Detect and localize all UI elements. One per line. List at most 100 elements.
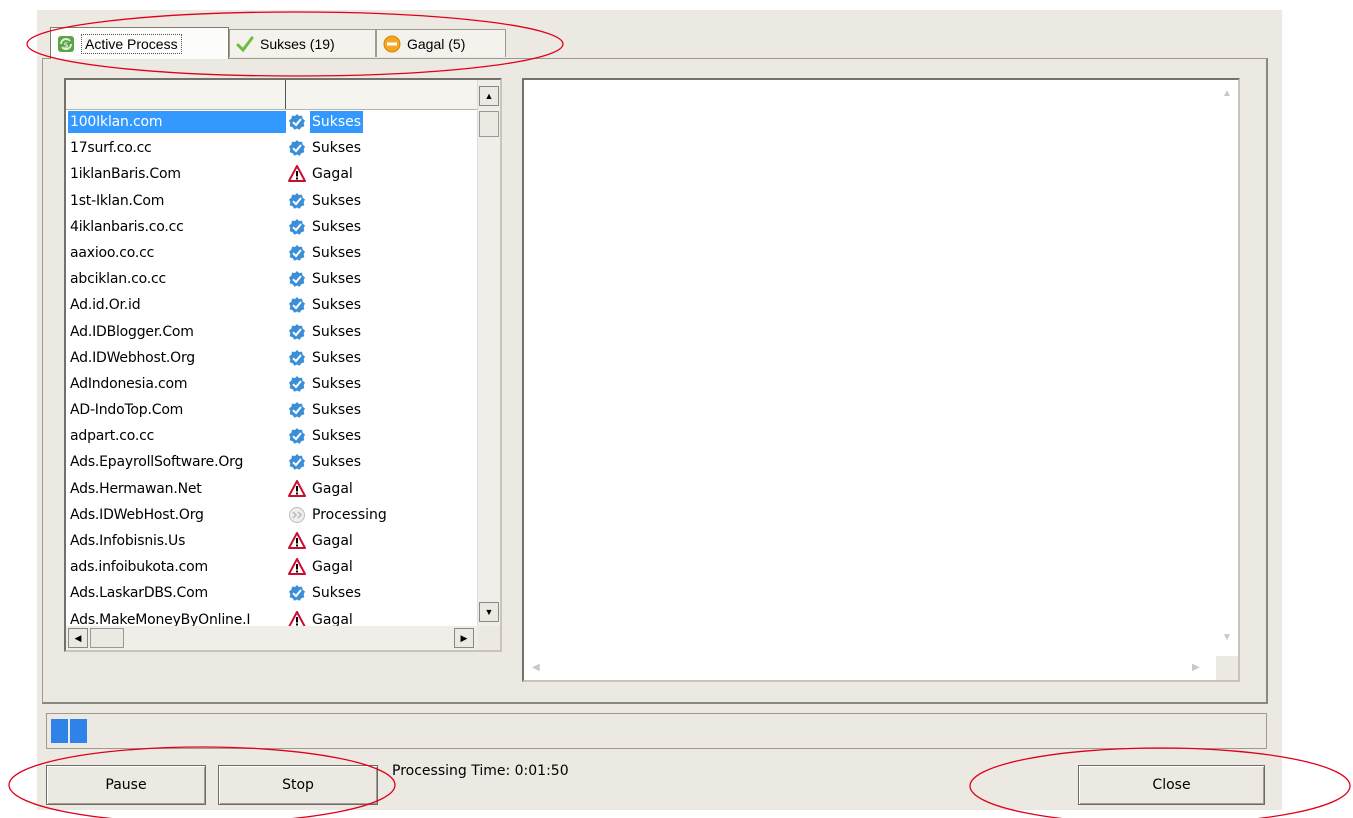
status-cell: Sukses xyxy=(288,373,363,395)
list-item[interactable]: 17surf.co.cc Sukses xyxy=(66,135,478,161)
warning-icon xyxy=(288,558,306,576)
list-item[interactable]: Ad.IDWebhost.Org Sukses xyxy=(66,345,478,371)
log-scroll-down-icon[interactable]: ▼ xyxy=(1222,632,1232,643)
site-name: 17surf.co.cc xyxy=(70,140,152,157)
list-header xyxy=(66,80,478,110)
scroll-down-button[interactable]: ▼ xyxy=(479,602,499,622)
status-text: Processing xyxy=(312,506,387,523)
list-item[interactable]: 1st-Iklan.Com Sukses xyxy=(66,188,478,214)
status-text: Sukses xyxy=(312,375,362,392)
status-cell: Sukses xyxy=(288,399,363,421)
list-item[interactable]: Ads.Hermawan.Net Gagal xyxy=(66,476,478,502)
site-name: Ads.IDWebHost.Org xyxy=(70,506,204,523)
horizontal-scroll-thumb[interactable] xyxy=(90,628,124,648)
list-item[interactable]: AD-IndoTop.Com Sukses xyxy=(66,397,478,423)
site-name: Ad.IDWebhost.Org xyxy=(70,349,195,366)
list-item[interactable]: Ads.LaskarDBS.Com Sukses xyxy=(66,580,478,606)
progress-block xyxy=(70,719,87,743)
scroll-right-button[interactable]: ▶ xyxy=(454,628,474,648)
site-name: 1st-Iklan.Com xyxy=(70,192,165,209)
status-cell: Gagal xyxy=(288,478,355,500)
recycle-money-icon: $ xyxy=(58,35,74,52)
status-cell: Sukses xyxy=(288,582,363,604)
list-item[interactable]: Ads.Infobisnis.Us Gagal xyxy=(66,528,478,554)
site-status-list[interactable]: 100Iklan.com Sukses 17surf.co.cc Sukses 1ikl… xyxy=(64,78,502,652)
log-scroll-left-icon[interactable]: ◀ xyxy=(532,662,540,673)
status-cell: Gagal xyxy=(288,530,355,552)
site-name: aaxioo.co.cc xyxy=(70,244,155,261)
log-scroll-right-icon[interactable]: ▶ xyxy=(1192,662,1200,673)
list-rows: 100Iklan.com Sukses 17surf.co.cc Sukses 1ikl… xyxy=(66,109,478,650)
column-header-status[interactable] xyxy=(286,80,478,109)
success-check-icon xyxy=(289,192,305,209)
status-cell: Sukses xyxy=(288,268,363,290)
status-text: Sukses xyxy=(312,428,362,445)
list-item[interactable]: Ads.EpayrollSoftware.Org Sukses xyxy=(66,449,478,475)
log-scroll-up-icon[interactable]: ▲ xyxy=(1222,88,1232,99)
success-check-icon xyxy=(289,375,305,392)
list-item[interactable]: 4iklanbaris.co.cc Sukses xyxy=(66,214,478,240)
status-text: Sukses xyxy=(312,271,362,288)
site-name: 1iklanBaris.Com xyxy=(70,166,181,183)
status-text: Sukses xyxy=(312,323,362,340)
status-text: Gagal xyxy=(312,559,353,576)
list-item[interactable]: adpart.co.cc Sukses xyxy=(66,423,478,449)
warning-icon xyxy=(288,532,306,549)
status-text: Sukses xyxy=(312,218,362,235)
status-text: Sukses xyxy=(312,244,362,261)
list-item[interactable]: 100Iklan.com Sukses xyxy=(66,109,478,135)
status-text: Gagal xyxy=(312,480,353,497)
list-item[interactable]: AdIndonesia.com Sukses xyxy=(66,371,478,397)
log-scroll-corner xyxy=(1216,656,1238,680)
success-check-icon xyxy=(289,323,305,340)
list-item[interactable]: Ad.id.Or.id Sukses xyxy=(66,292,478,318)
scroll-left-button[interactable]: ◀ xyxy=(68,628,88,648)
scroll-up-button[interactable]: ▲ xyxy=(479,86,499,106)
list-item[interactable]: Ad.IDBlogger.Com Sukses xyxy=(66,319,478,345)
log-textarea[interactable]: ▲ ▼ ◀ ▶ xyxy=(522,78,1240,682)
warning-icon xyxy=(288,479,306,497)
stop-button[interactable]: Stop xyxy=(218,765,378,805)
log-horizontal-scrollbar[interactable]: ◀ ▶ xyxy=(524,656,1218,680)
status-text: Sukses xyxy=(312,297,362,314)
status-cell: Sukses xyxy=(288,216,363,238)
success-check-icon xyxy=(289,218,305,235)
log-vertical-scrollbar[interactable]: ▲ ▼ xyxy=(1216,80,1238,656)
close-button[interactable]: Close xyxy=(1078,765,1265,805)
list-horizontal-scrollbar[interactable]: ◀ ▶ xyxy=(66,626,478,650)
tab-gagal[interactable]: Gagal (5) xyxy=(376,29,506,57)
progress-block xyxy=(51,719,68,743)
success-check-icon xyxy=(289,585,305,602)
list-item[interactable]: aaxioo.co.cc Sukses xyxy=(66,240,478,266)
success-check-icon xyxy=(289,297,305,314)
success-check-icon xyxy=(289,349,305,366)
tab-gagal-label: Gagal (5) xyxy=(407,35,466,52)
column-header-site[interactable] xyxy=(66,80,286,109)
scroll-thumb[interactable] xyxy=(479,111,499,137)
status-cell: Sukses xyxy=(288,425,363,447)
status-cell: Gagal xyxy=(288,556,355,578)
status-text: Sukses xyxy=(312,349,362,366)
success-check-icon xyxy=(289,428,305,445)
success-check-icon xyxy=(289,402,305,418)
site-name: 100Iklan.com xyxy=(68,111,286,133)
site-name: Ad.id.Or.id xyxy=(70,297,141,314)
status-cell: Sukses xyxy=(288,111,364,133)
scroll-corner xyxy=(478,626,500,650)
tab-active-process[interactable]: $ Active Process xyxy=(50,27,229,59)
site-name: adpart.co.cc xyxy=(70,428,155,445)
status-text: Sukses xyxy=(310,111,364,133)
list-item[interactable]: Ads.IDWebHost.Org Processing xyxy=(66,502,478,528)
tab-sukses[interactable]: Sukses (19) xyxy=(229,29,376,57)
status-text: Sukses xyxy=(312,454,362,471)
checkmark-icon xyxy=(236,36,254,52)
list-vertical-scrollbar[interactable]: ▲ ▼ xyxy=(477,80,500,628)
warning-icon xyxy=(288,165,306,183)
tab-active-process-label: Active Process xyxy=(81,33,182,54)
pause-button[interactable]: Pause xyxy=(46,765,206,805)
success-check-icon xyxy=(289,114,305,130)
list-item[interactable]: abciklan.co.cc Sukses xyxy=(66,266,478,292)
list-item[interactable]: ads.infoibukota.com Gagal xyxy=(66,554,478,580)
list-item[interactable]: 1iklanBaris.Com Gagal xyxy=(66,161,478,187)
site-name: 4iklanbaris.co.cc xyxy=(70,218,184,235)
